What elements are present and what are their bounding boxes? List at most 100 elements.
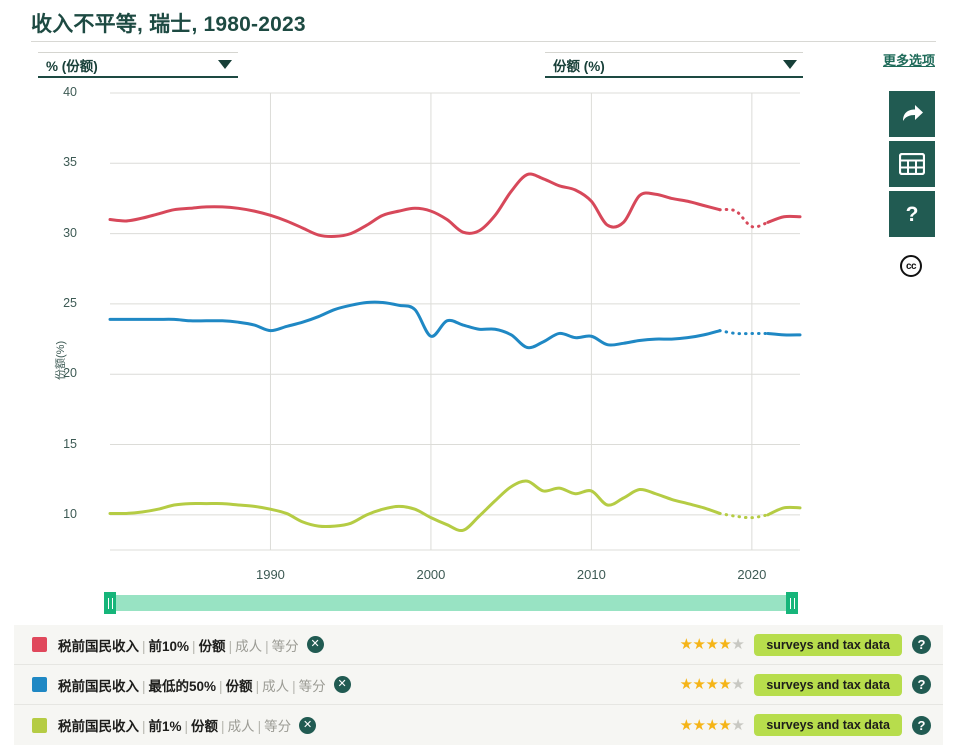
legend-label-dim-part: 成人 [227, 719, 255, 734]
star-filled-icon: ★ [679, 636, 693, 653]
star-filled-icon: ★ [692, 676, 706, 693]
x-axis-tick: 2020 [737, 567, 767, 582]
source-badge[interactable]: surveys and tax data [754, 633, 902, 656]
y-axis-tick: 15 [63, 436, 77, 451]
income-inequality-chart-page: 收入不平等, 瑞士, 1980-2023 % (份额) 份额 (%) 更多选项 … [0, 0, 957, 752]
legend-separator: | [255, 678, 260, 694]
series-projected-segment [718, 207, 770, 229]
legend-row-meta: ★★★★★ surveys and tax data? [680, 714, 931, 736]
row-help-icon[interactable]: ? [912, 715, 931, 735]
share-button[interactable] [889, 91, 935, 137]
series-solid-segment-end [766, 505, 802, 517]
quality-rating-stars: ★★★★★ [680, 718, 745, 733]
legend-row[interactable]: 税前国民收入 | 前1% | 份额 | 成人 | 等分 ✕ ★★★★★ surveys and tax… [14, 705, 943, 745]
x-axis-tick: 1990 [255, 567, 285, 582]
legend-label-part: 份额 [198, 638, 226, 654]
quality-rating-stars: ★★★★★ [680, 637, 745, 652]
chevron-down-icon [783, 60, 797, 69]
table-button[interactable] [889, 141, 935, 187]
more-options-link[interactable]: 更多选项 [883, 50, 935, 69]
remove-series-icon[interactable]: ✕ [299, 716, 317, 734]
legend-label-part: 前10% [148, 638, 190, 654]
y-axis-tick: 25 [63, 295, 77, 310]
metric-select-right-value: 份额 (%) [553, 58, 605, 74]
y-axis-tick: 30 [63, 225, 77, 240]
legend-separator: | [228, 638, 233, 654]
legend-label: 税前国民收入 | 前1% | 份额 | 成人 | 等分 [58, 715, 291, 735]
star-empty-icon: ★ [731, 716, 745, 734]
legend-separator: | [219, 678, 223, 694]
remove-series-icon[interactable]: ✕ [333, 676, 351, 693]
creative-commons-icon[interactable]: cc [900, 255, 922, 277]
legend-separator: | [265, 638, 269, 654]
series-solid-segment [108, 479, 722, 533]
legend-color-swatch [32, 637, 47, 652]
legend-label-part: 前1% [148, 719, 182, 734]
y-axis-tick: 35 [63, 155, 77, 170]
legend-label-part: 份额 [191, 719, 219, 734]
legend-separator: | [142, 638, 146, 654]
source-badge[interactable]: surveys and tax data [754, 714, 902, 736]
time-range-handle-start[interactable] [104, 592, 116, 614]
series-legend: 税前国民收入 | 前10% | 份额 | 成人 | 等分 ✕ ★★★★★ surveys and ta… [14, 625, 943, 745]
legend-label-part: 最低的50% [148, 678, 217, 694]
time-range-track[interactable] [104, 595, 798, 611]
line-chart-plot[interactable] [0, 85, 860, 585]
legend-label-part: 份额 [225, 678, 253, 694]
legend-row[interactable]: 税前国民收入 | 最低的50% | 份额 | 成人 | 等分 ✕ ★★★★★ surveys and … [14, 665, 943, 705]
legend-separator: | [142, 719, 146, 734]
star-empty-icon: ★ [731, 676, 745, 693]
time-range-handle-end[interactable] [786, 592, 798, 614]
legend-separator: | [221, 719, 225, 734]
star-empty-icon: ★ [731, 636, 745, 653]
legend-label: 税前国民收入 | 前10% | 份额 | 成人 | 等分 [58, 635, 299, 655]
row-help-icon[interactable]: ? [912, 635, 931, 654]
row-help-icon[interactable]: ? [912, 675, 931, 694]
legend-label-dim-part: 成人 [235, 638, 263, 654]
y-axis-ticks: 10 15 20 25 30 35 40 [30, 85, 77, 550]
metric-select-right[interactable]: 份额 (%) [545, 52, 803, 78]
star-filled-icon: ★ [692, 716, 706, 734]
series-line-0 [108, 172, 802, 239]
quality-rating-stars: ★★★★★ [680, 677, 745, 692]
legend-label-part: 税前国民收入 [58, 638, 139, 654]
svg-text:?: ? [906, 203, 919, 226]
legend-separator: | [142, 678, 146, 694]
star-filled-icon: ★ [718, 716, 732, 734]
star-filled-icon: ★ [679, 676, 693, 693]
legend-label-dim-part: 成人 [262, 678, 290, 694]
legend-label-dim-part: 等分 [264, 719, 292, 734]
y-axis-tick: 10 [63, 506, 77, 521]
star-filled-icon: ★ [705, 636, 719, 653]
star-filled-icon: ★ [705, 716, 719, 734]
x-axis-tick: 2000 [416, 567, 446, 582]
title-divider [31, 41, 936, 42]
star-filled-icon: ★ [718, 636, 732, 653]
series-solid-segment [108, 300, 722, 350]
legend-separator: | [192, 638, 196, 654]
series-solid-segment-end [766, 331, 802, 337]
y-axis-tick: 20 [63, 366, 77, 381]
legend-separator: | [257, 719, 262, 734]
chevron-down-icon [218, 60, 232, 69]
legend-row-meta: ★★★★★ surveys and tax data? [680, 673, 931, 696]
remove-series-icon[interactable]: ✕ [306, 636, 324, 653]
legend-label-part: 税前国民收入 [58, 719, 139, 734]
series-line-1 [108, 300, 802, 350]
help-button[interactable]: ? [889, 191, 935, 237]
series-solid-segment [108, 172, 722, 239]
legend-color-swatch [32, 717, 47, 733]
legend-label: 税前国民收入 | 最低的50% | 份额 | 成人 | 等分 [58, 675, 326, 695]
legend-row[interactable]: 税前国民收入 | 前10% | 份额 | 成人 | 等分 ✕ ★★★★★ surveys and ta… [14, 625, 943, 665]
x-axis-ticks: 1990 2000 2010 2020 [0, 567, 860, 589]
legend-separator: | [184, 719, 189, 734]
star-filled-icon: ★ [718, 676, 732, 693]
page-title: 收入不平等, 瑞士, 1980-2023 [31, 13, 306, 36]
table-grid-icon [899, 153, 925, 175]
metric-select-left[interactable]: % (份额) [38, 52, 238, 78]
series-line-2 [108, 479, 802, 533]
legend-label-part: 税前国民收入 [58, 678, 139, 694]
source-badge[interactable]: surveys and tax data [754, 673, 902, 696]
series-projected-segment [718, 511, 770, 520]
series-solid-segment-end [766, 214, 802, 224]
